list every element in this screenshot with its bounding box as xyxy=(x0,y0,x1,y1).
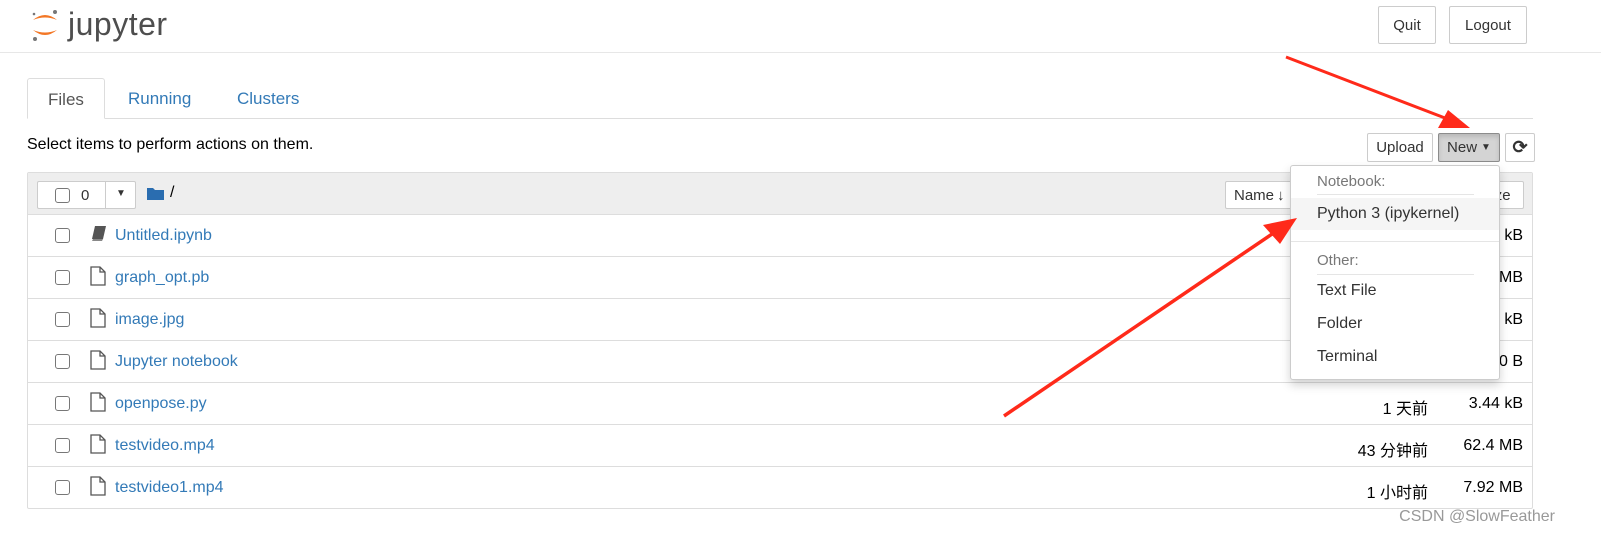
watermark: CSDN @SlowFeather xyxy=(1399,508,1555,525)
annotation-arrows xyxy=(1003,55,1470,418)
red-arrow-to-new xyxy=(1285,55,1470,128)
red-arrow-to-python xyxy=(1003,218,1297,418)
